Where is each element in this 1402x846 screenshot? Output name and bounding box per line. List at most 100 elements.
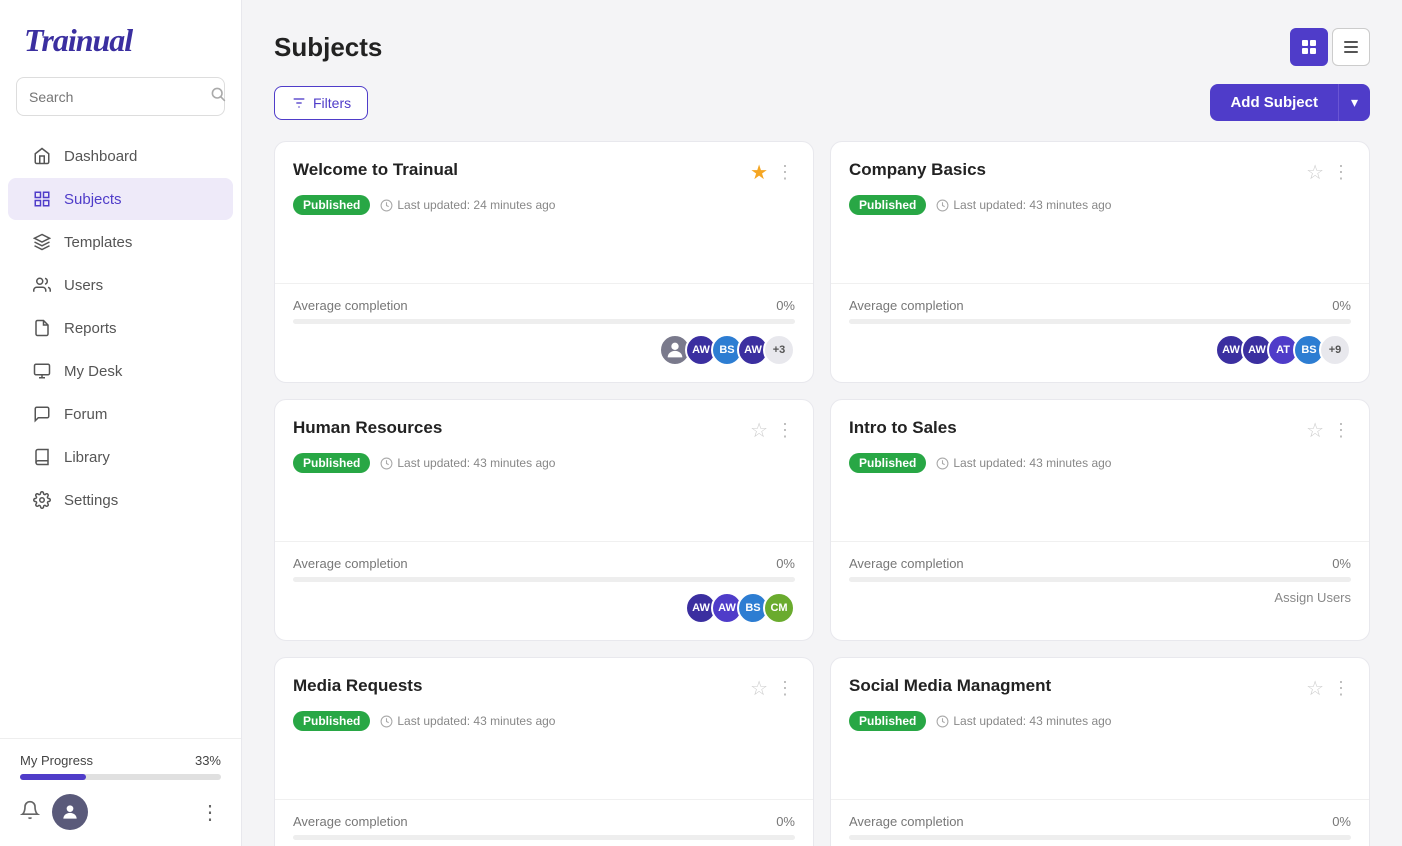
card-meta: Published Last updated: 43 minutes ago <box>849 711 1351 731</box>
last-updated: Last updated: 43 minutes ago <box>936 714 1111 728</box>
sidebar-item-label: Settings <box>64 492 118 509</box>
sidebar-item-settings[interactable]: Settings <box>8 479 233 521</box>
completion-top: Average completion 0% <box>293 814 795 829</box>
user-avatar: CM <box>763 592 795 624</box>
search-input[interactable] <box>29 89 210 105</box>
main-content: Subjects Filters Add Subject ▾ Welcome t… <box>242 0 1402 846</box>
last-updated: Last updated: 43 minutes ago <box>936 198 1111 212</box>
templates-icon <box>32 232 52 252</box>
sidebar-item-library[interactable]: Library <box>8 436 233 478</box>
card-top: Intro to Sales ☆ ⋮ Published Last update… <box>831 400 1369 485</box>
filters-label: Filters <box>313 95 351 111</box>
card-spacer <box>275 485 813 541</box>
card-title-row: Company Basics ☆ ⋮ <box>849 160 1351 185</box>
completion-label: Average completion <box>849 298 964 313</box>
assign-users-button[interactable]: Assign Users <box>1274 590 1351 605</box>
subject-card: Intro to Sales ☆ ⋮ Published Last update… <box>830 399 1370 641</box>
completion-section: Average completion 0% <box>849 814 1351 840</box>
card-top: Welcome to Trainual ★ ⋮ Published Last u… <box>275 142 813 227</box>
completion-top: Average completion 0% <box>849 814 1351 829</box>
status-badge: Published <box>849 453 926 473</box>
avatar-extra-count: +9 <box>1319 334 1351 366</box>
card-more-button[interactable]: ⋮ <box>1332 678 1351 699</box>
completion-label: Average completion <box>293 556 408 571</box>
sidebar: Trainual Dashboard Subjects Templates <box>0 0 242 846</box>
sidebar-item-subjects[interactable]: Subjects <box>8 178 233 220</box>
completion-pct: 0% <box>1332 298 1351 313</box>
completion-pct: 0% <box>776 298 795 313</box>
sidebar-item-templates[interactable]: Templates <box>8 221 233 263</box>
card-more-button[interactable]: ⋮ <box>1332 420 1351 441</box>
card-more-button[interactable]: ⋮ <box>776 678 795 699</box>
card-title-row: Media Requests ☆ ⋮ <box>293 676 795 701</box>
card-more-button[interactable]: ⋮ <box>776 162 795 183</box>
card-top: Human Resources ☆ ⋮ Published Last updat… <box>275 400 813 485</box>
card-actions: ☆ ⋮ <box>1306 418 1351 443</box>
star-button[interactable]: ☆ <box>750 418 768 443</box>
card-title: Company Basics <box>849 160 986 180</box>
star-button[interactable]: ☆ <box>1306 676 1324 701</box>
grid-view-button[interactable] <box>1290 28 1328 66</box>
card-meta: Published Last updated: 43 minutes ago <box>849 453 1351 473</box>
completion-bar <box>293 835 795 840</box>
completion-pct: 0% <box>1332 814 1351 829</box>
sidebar-item-reports[interactable]: Reports <box>8 307 233 349</box>
notification-bell-button[interactable] <box>20 800 40 825</box>
card-actions: ★ ⋮ <box>750 160 795 185</box>
star-button[interactable]: ☆ <box>1306 160 1324 185</box>
avatar-section: AWBSAW+3 <box>293 332 795 366</box>
avatars-row: AWAWATBS+9 <box>1221 334 1351 366</box>
completion-section: Average completion 0% <box>293 814 795 840</box>
add-subject-button[interactable]: Add Subject <box>1210 84 1338 121</box>
subjects-grid: Welcome to Trainual ★ ⋮ Published Last u… <box>274 141 1370 846</box>
status-badge: Published <box>849 195 926 215</box>
sidebar-item-mydesk[interactable]: My Desk <box>8 350 233 392</box>
sidebar-item-users[interactable]: Users <box>8 264 233 306</box>
card-top: Company Basics ☆ ⋮ Published Last update… <box>831 142 1369 227</box>
card-title-row: Social Media Managment ☆ ⋮ <box>849 676 1351 701</box>
avatar-extra-count: +3 <box>763 334 795 366</box>
last-updated: Last updated: 43 minutes ago <box>936 456 1111 470</box>
progress-row: My Progress 33% <box>20 753 221 768</box>
star-button[interactable]: ☆ <box>750 676 768 701</box>
card-meta: Published Last updated: 43 minutes ago <box>293 453 795 473</box>
star-button[interactable]: ☆ <box>1306 418 1324 443</box>
card-title-row: Welcome to Trainual ★ ⋮ <box>293 160 795 185</box>
list-view-button[interactable] <box>1332 28 1370 66</box>
add-subject-dropdown-button[interactable]: ▾ <box>1338 84 1370 121</box>
star-button[interactable]: ★ <box>750 160 768 185</box>
filters-button[interactable]: Filters <box>274 86 368 120</box>
settings-icon <box>32 490 52 510</box>
status-badge: Published <box>849 711 926 731</box>
home-icon <box>32 146 52 166</box>
nav-list: Dashboard Subjects Templates Users <box>0 130 241 738</box>
forum-icon <box>32 404 52 424</box>
progress-bar-bg <box>20 774 221 780</box>
completion-section: Average completion 0% <box>293 298 795 324</box>
sidebar-item-label: Templates <box>64 234 132 251</box>
card-title: Social Media Managment <box>849 676 1051 696</box>
sidebar-item-label: Reports <box>64 320 117 337</box>
card-spacer <box>275 227 813 283</box>
sidebar-item-label: Dashboard <box>64 148 137 165</box>
card-meta: Published Last updated: 43 minutes ago <box>849 195 1351 215</box>
card-more-button[interactable]: ⋮ <box>1332 162 1351 183</box>
completion-label: Average completion <box>849 556 964 571</box>
progress-bar-fill <box>20 774 86 780</box>
completion-bar <box>849 319 1351 324</box>
subjects-icon <box>32 189 52 209</box>
more-options-button[interactable]: ⋮ <box>200 800 221 825</box>
logo: Trainual <box>0 0 241 77</box>
sidebar-item-forum[interactable]: Forum <box>8 393 233 435</box>
avatars-row: AWAWBSCM <box>691 592 795 624</box>
users-icon <box>32 275 52 295</box>
search-icon <box>210 86 226 107</box>
sidebar-item-dashboard[interactable]: Dashboard <box>8 135 233 177</box>
subject-card: Company Basics ☆ ⋮ Published Last update… <box>830 141 1370 383</box>
card-more-button[interactable]: ⋮ <box>776 420 795 441</box>
search-box[interactable] <box>16 77 225 116</box>
card-spacer <box>275 743 813 799</box>
add-subject-group: Add Subject ▾ <box>1210 84 1370 121</box>
last-updated: Last updated: 24 minutes ago <box>380 198 555 212</box>
status-badge: Published <box>293 453 370 473</box>
